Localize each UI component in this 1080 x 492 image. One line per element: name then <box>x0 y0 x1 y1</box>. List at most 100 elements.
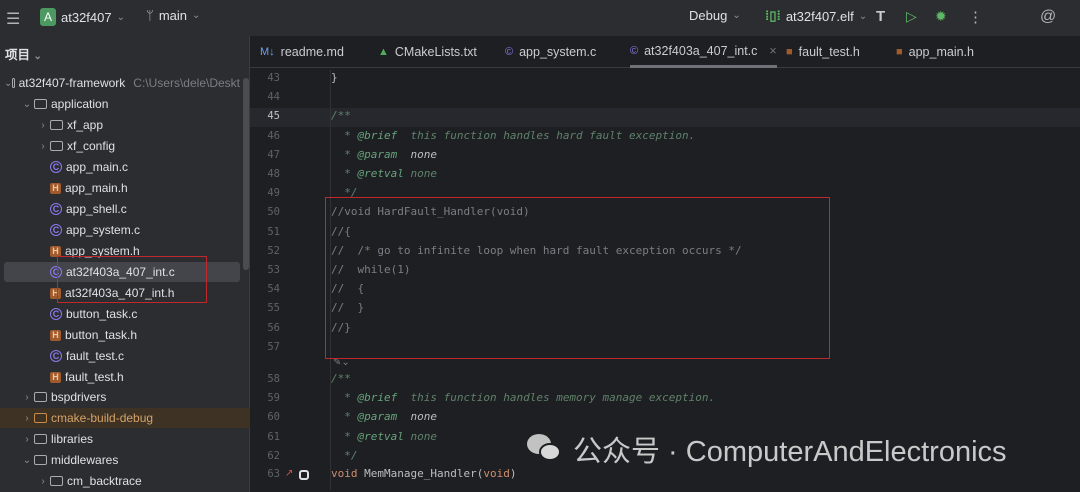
breakpoint-gutter-icon[interactable] <box>299 470 309 480</box>
chevron-right-icon[interactable]: › <box>20 434 34 445</box>
code-line[interactable]: } <box>331 71 338 84</box>
h-file-icon: ■ <box>896 46 903 58</box>
chevron-right-icon[interactable]: › <box>36 476 50 487</box>
code-token: @retval <box>357 429 404 443</box>
code-line[interactable]: * @retval none <box>331 430 437 443</box>
implements-gutter-icon[interactable]: ↗ <box>285 468 293 479</box>
folder-icon <box>34 99 47 109</box>
code-line[interactable]: * @param none <box>331 148 437 161</box>
project-badge: A <box>40 8 56 26</box>
tree-item[interactable]: Cfault_test.c <box>4 346 240 366</box>
code-line[interactable]: * @param none <box>331 410 437 423</box>
build-hammer-icon[interactable]: T <box>876 8 885 25</box>
tree-item-label: app_main.c <box>66 160 129 174</box>
close-tab-icon[interactable]: × <box>769 44 776 58</box>
tree-item[interactable]: Capp_system.c <box>4 220 240 240</box>
tree-item[interactable]: › libraries <box>4 429 240 449</box>
code-token: void <box>483 467 510 480</box>
tree-item[interactable]: › cmake-build-debug <box>0 408 250 428</box>
tab-cmakelists-txt[interactable]: ▲ CMakeLists.txt <box>378 36 477 68</box>
chevron-down-icon: ⌄ <box>192 10 201 21</box>
tab-app-system-c[interactable]: © app_system.c <box>505 36 596 68</box>
c-file-icon: © <box>630 44 639 57</box>
folder-icon <box>50 141 63 151</box>
c-file-icon: C <box>50 350 62 362</box>
folder-icon <box>12 78 15 88</box>
project-name: at32f407 <box>61 9 112 25</box>
tree-item[interactable]: ⌄ at32f407-framework C:\Users\dele\Deskt <box>4 73 240 93</box>
sidebar-scrollbar[interactable] <box>243 78 249 270</box>
tree-item[interactable]: › cm_backtrace <box>4 471 240 491</box>
main-menu-icon[interactable]: ☰ <box>6 9 20 29</box>
tree-item-label: button_task.h <box>65 328 138 342</box>
code-token: * <box>331 147 358 161</box>
code-line[interactable]: */ <box>331 449 357 462</box>
chevron-down-icon: ⌄ <box>33 51 42 62</box>
run-icon[interactable]: ▷ <box>906 8 917 25</box>
chevron-right-icon[interactable]: › <box>36 120 50 131</box>
code-line[interactable]: /** <box>331 372 351 385</box>
chevron-right-icon[interactable]: › <box>36 141 50 152</box>
code-line[interactable]: * @brief this function handles hard faul… <box>331 129 695 142</box>
tree-item[interactable]: › xf_app <box>4 115 240 135</box>
project-panel-header[interactable]: 项目 ⌄ <box>5 44 42 63</box>
project-selector[interactable]: A at32f407 ⌄ <box>40 8 125 26</box>
code-token: void <box>331 467 358 480</box>
tree-item[interactable]: ⌄ middlewares <box>4 450 240 470</box>
code-line[interactable]: * @retval none <box>331 167 437 180</box>
code-line[interactable]: * @brief this function handles memory ma… <box>331 391 715 404</box>
editor-tabs: M↓ readme.md ▲ CMakeLists.txt © app_system.c ©… <box>250 36 1080 68</box>
code-token: MemManage_Handler <box>357 467 477 480</box>
tree-item[interactable]: ⌄ application <box>4 94 240 114</box>
tree-item[interactable]: Capp_main.c <box>4 157 240 177</box>
code-token: @retval <box>357 167 404 180</box>
folder-icon <box>50 120 63 130</box>
code-token: @param <box>357 147 398 161</box>
tab-label: fault_test.h <box>798 45 860 59</box>
highlight-box-code <box>325 197 830 359</box>
build-config: Debug <box>689 8 728 23</box>
more-actions-icon[interactable]: ⋮ <box>968 8 983 26</box>
folder-icon <box>34 392 47 402</box>
branch-selector[interactable]: ᛘ main ⌄ <box>146 8 200 23</box>
tree-item-label: at32f407-framework <box>18 76 126 90</box>
tree-item[interactable]: Cbutton_task.c <box>4 304 240 324</box>
ai-assistant-icon[interactable]: @ <box>1040 8 1056 26</box>
chevron-down-icon[interactable]: ⌄ <box>20 99 34 110</box>
c-file-icon: C <box>50 203 62 215</box>
wechat-icon <box>527 434 563 464</box>
debug-bug-icon[interactable]: ✹ <box>935 8 947 25</box>
tab-app-main-h[interactable]: ■ app_main.h <box>896 36 974 68</box>
tree-item[interactable]: Happ_main.h <box>4 178 240 198</box>
tree-item-label: xf_app <box>67 118 104 132</box>
tab-label: app_system.c <box>519 45 597 59</box>
tab-at32f403a-407-int-c[interactable]: © at32f403a_407_int.c × <box>630 36 777 68</box>
title-bar: ☰ A at32f407 ⌄ ᛘ main ⌄ Debug ⌄ ⁞▯⁞ at32… <box>0 0 1080 36</box>
line-number: 43 <box>267 72 280 84</box>
code-token: none <box>397 410 437 424</box>
chevron-down-icon[interactable]: ⌄ <box>20 455 34 466</box>
run-target-selector[interactable]: ⁞▯⁞ at32f407.elf ⌄ <box>765 8 867 24</box>
code-line[interactable]: void MemManage_Handler(void) <box>331 467 516 480</box>
folder-icon <box>34 455 47 465</box>
tree-item[interactable]: Hbutton_task.h <box>4 325 240 345</box>
tree-item[interactable]: Hfault_test.h <box>4 367 240 387</box>
line-number: 58 <box>267 373 280 385</box>
tree-item[interactable]: Capp_shell.c <box>4 199 240 219</box>
line-number: 55 <box>267 302 280 315</box>
tree-item-label: application <box>51 97 109 111</box>
chevron-down-icon[interactable]: ⌄ <box>4 78 12 89</box>
code-line[interactable]: /** <box>331 109 351 122</box>
tab-readme-md[interactable]: M↓ readme.md <box>260 36 344 68</box>
tree-item[interactable]: › xf_config <box>4 136 240 156</box>
git-branch-icon: ᛘ <box>146 8 154 23</box>
tree-item[interactable]: › bspdrivers <box>4 387 240 407</box>
h-file-icon: H <box>50 245 61 257</box>
c-file-icon: C <box>50 308 62 320</box>
code-token: @brief <box>357 391 398 405</box>
line-number: 57 <box>267 340 280 353</box>
chevron-right-icon[interactable]: › <box>20 392 34 403</box>
tab-fault-test-h[interactable]: ■ fault_test.h <box>786 36 860 68</box>
chevron-right-icon[interactable]: › <box>20 413 34 424</box>
build-config-selector[interactable]: Debug ⌄ <box>689 8 741 23</box>
